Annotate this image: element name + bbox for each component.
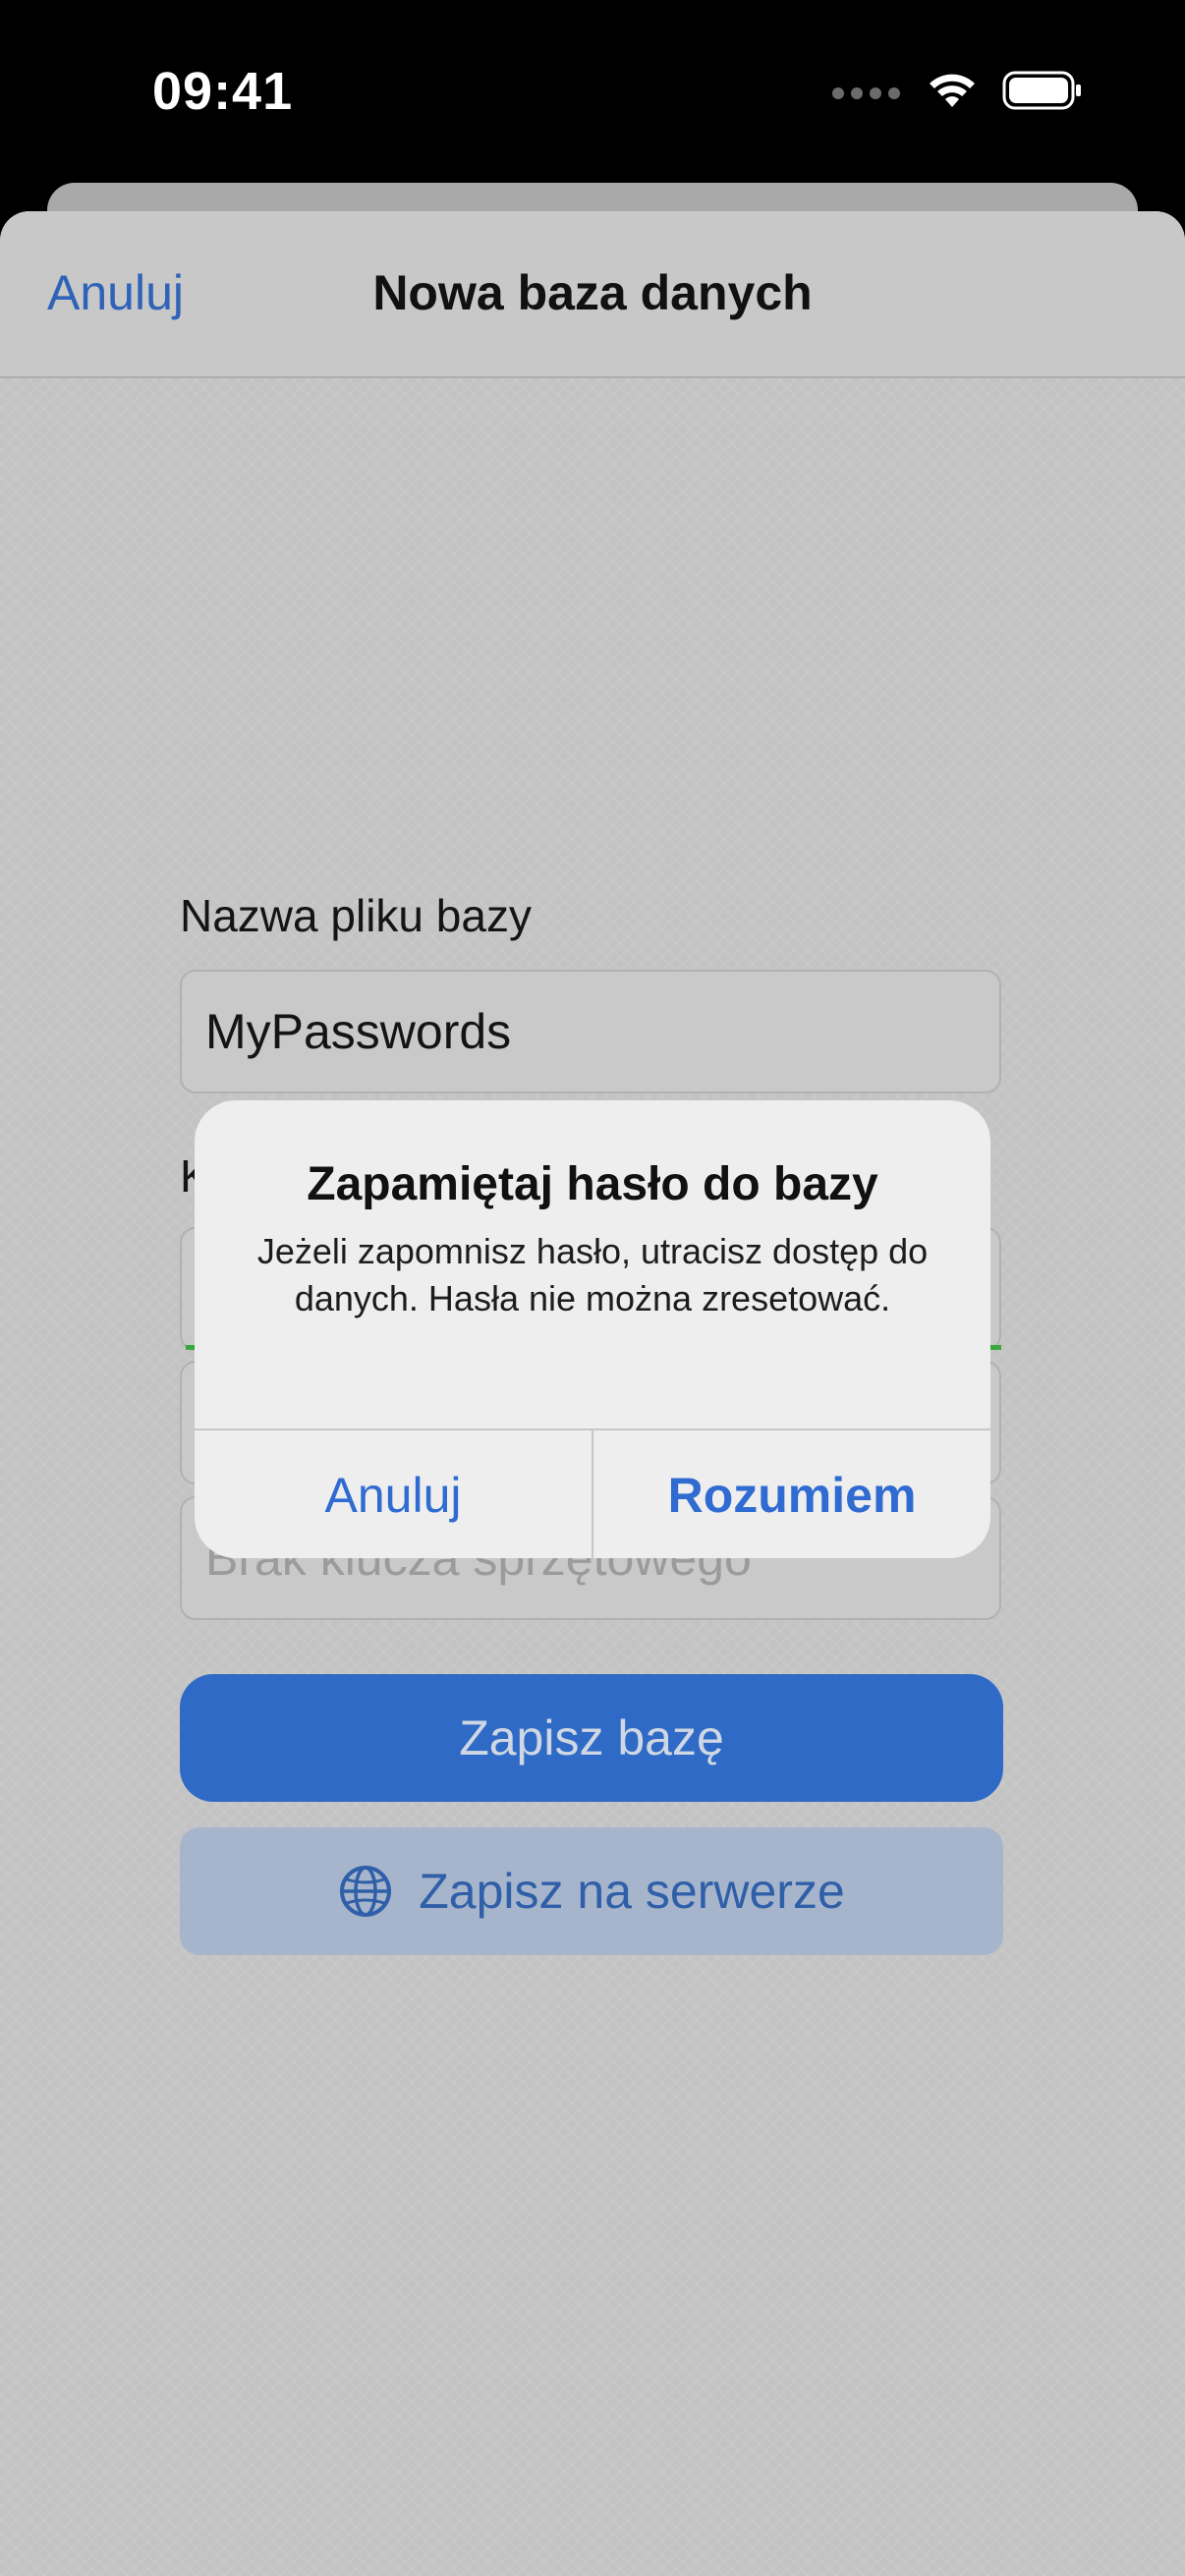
save-on-server-button[interactable]: Zapisz na serwerze xyxy=(180,1827,1003,1955)
filename-field[interactable]: MyPasswords xyxy=(180,970,1001,1093)
alert-confirm-button[interactable]: Rozumiem xyxy=(593,1430,990,1558)
save-database-button[interactable]: Zapisz bazę xyxy=(180,1674,1003,1802)
remember-password-alert: Zapamiętaj hasło do bazy Jeżeli zapomnis… xyxy=(195,1100,990,1558)
alert-title: Zapamiętaj hasło do bazy xyxy=(307,1158,878,1210)
status-time: 09:41 xyxy=(152,62,294,121)
page-title: Nowa baza danych xyxy=(372,265,813,320)
save-on-server-label: Zapisz na serwerze xyxy=(419,1864,845,1919)
globe-icon xyxy=(338,1864,393,1919)
signal-icon xyxy=(832,86,900,99)
status-icons xyxy=(832,71,1083,115)
alert-cancel-button[interactable]: Anuluj xyxy=(195,1430,592,1558)
status-bar: 09:41 xyxy=(0,0,1185,187)
wifi-icon xyxy=(928,72,977,114)
navigation-bar: Anuluj Nowa baza danych xyxy=(0,211,1185,378)
filename-label: Nazwa pliku bazy xyxy=(180,890,532,941)
alert-message: Jeżeli zapomnisz hasło, utracisz dostęp … xyxy=(256,1231,929,1318)
battery-icon xyxy=(1002,71,1083,115)
alert-buttons: Anuluj Rozumiem xyxy=(195,1428,990,1558)
